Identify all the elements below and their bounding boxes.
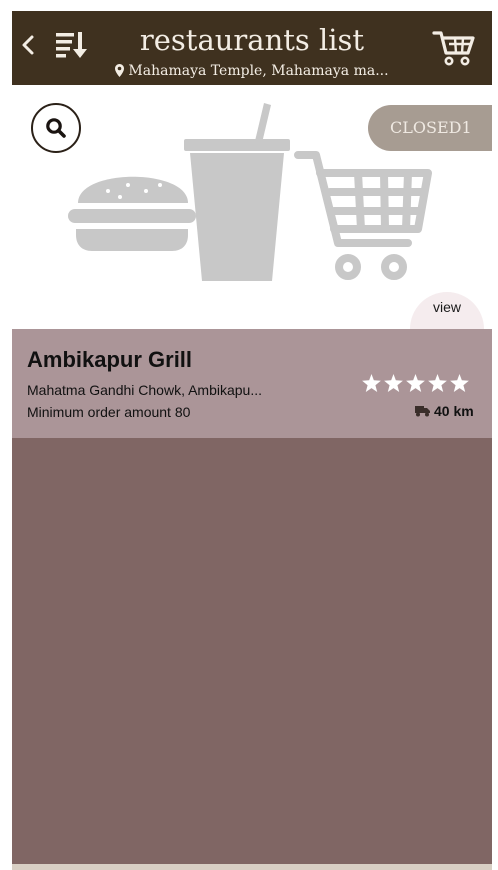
- star-icon: [406, 374, 425, 392]
- status-badge: CLOSED1: [368, 105, 492, 151]
- cart-icon: [432, 31, 475, 66]
- location-pin-icon: [115, 64, 125, 77]
- next-item-edge: [12, 864, 492, 870]
- list-area: [12, 438, 492, 864]
- star-icon: [450, 374, 469, 392]
- search-button[interactable]: [31, 103, 81, 153]
- distance-value: 40 km: [434, 403, 474, 419]
- shopping-cart-icon: [294, 151, 432, 280]
- rating-stars: [362, 374, 469, 392]
- star-icon: [362, 374, 381, 392]
- star-icon: [384, 374, 403, 392]
- drink-icon: [184, 103, 290, 281]
- app-screen: restaurants list Mahamaya Temple, Mahama…: [12, 11, 492, 870]
- delivery-distance: 40 km: [415, 403, 474, 419]
- location-selector[interactable]: Mahamaya Temple, Mahamaya ma...: [102, 62, 402, 80]
- top-bar: restaurants list Mahamaya Temple, Mahama…: [12, 11, 492, 85]
- sort-button[interactable]: [54, 29, 90, 61]
- cart-button[interactable]: [432, 29, 480, 69]
- truck-icon: [415, 406, 430, 417]
- star-icon: [428, 374, 447, 392]
- sort-icon: [56, 32, 87, 58]
- back-icon: [22, 35, 34, 55]
- burger-icon: [68, 176, 196, 251]
- back-button[interactable]: [16, 31, 40, 59]
- restaurant-name: Ambikapur Grill: [27, 347, 193, 372]
- minimum-order: Minimum order amount 80: [27, 404, 191, 420]
- restaurant-address: Mahatma Gandhi Chowk, Ambikapu...: [27, 382, 263, 398]
- search-icon: [46, 118, 66, 138]
- page-title: restaurants list: [139, 23, 365, 57]
- restaurant-banner[interactable]: CLOSED1 view: [12, 85, 492, 336]
- restaurant-info-card[interactable]: Ambikapur Grill Mahatma Gandhi Chowk, Am…: [12, 329, 492, 438]
- location-text: Mahamaya Temple, Mahamaya ma...: [128, 63, 389, 79]
